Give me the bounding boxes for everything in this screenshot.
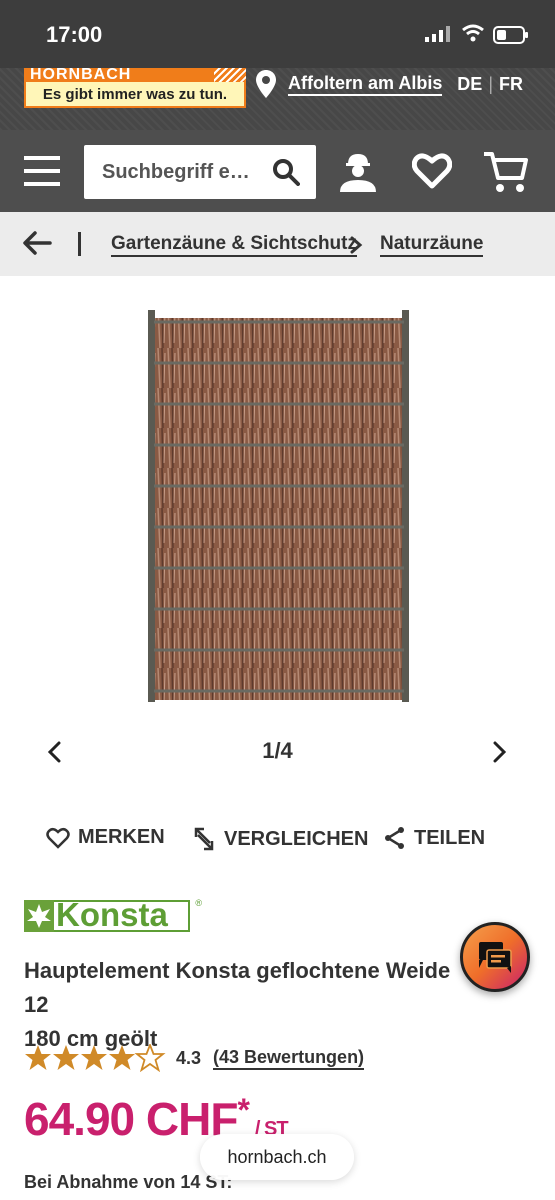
cart-icon[interactable] <box>482 150 528 194</box>
rating-stars <box>25 1044 164 1071</box>
star-icon <box>53 1045 79 1070</box>
rating-count-link[interactable]: (43 Bewertungen) <box>213 1047 365 1070</box>
menu-icon[interactable] <box>24 156 60 186</box>
language-switch: DE | FR <box>457 74 523 94</box>
star-outline-icon <box>136 1044 164 1071</box>
heart-outline-icon <box>46 827 70 849</box>
battery-icon <box>493 26 528 44</box>
rating-value: 4.3 <box>176 1047 202 1068</box>
wishlist-icon[interactable] <box>412 152 452 190</box>
browser-url-pill[interactable]: hornbach.ch <box>200 1134 354 1180</box>
compare-arrows-icon <box>194 827 214 851</box>
remember-label: MERKEN <box>78 826 165 848</box>
logo-wordmark: HORNBACH <box>30 68 132 82</box>
back-arrow-icon[interactable] <box>22 230 52 256</box>
product-image[interactable] <box>146 308 410 704</box>
bulk-discount-text: Bei Abnahme von 14 ST: <box>24 1172 233 1192</box>
product-title: Hauptelement Konsta geflochtene Weide 12… <box>24 954 464 1056</box>
signal-icon <box>425 26 450 42</box>
location-pin-icon <box>256 70 276 98</box>
status-time: 17:00 <box>46 22 103 47</box>
gallery-next-button[interactable] <box>490 740 508 764</box>
share-label: TEILEN <box>414 826 486 849</box>
compare-label: VERGLEICHEN <box>224 827 369 850</box>
share-icon <box>385 827 404 849</box>
gallery-counter: 1/4 <box>262 738 293 763</box>
hornbach-logo[interactable]: HORNBACH Es gibt immer was zu tun. <box>24 68 246 108</box>
price-value: 64.90 CHF <box>24 1093 238 1145</box>
breadcrumb-item-garden-fences[interactable]: Gartenzäune & Sichtschutz <box>111 233 357 257</box>
product-title-line1: Hauptelement Konsta geflochtene Weide 12 <box>24 958 451 1017</box>
chat-icon <box>479 942 512 973</box>
account-icon[interactable] <box>336 150 380 194</box>
wifi-icon <box>462 24 484 42</box>
price-asterisk: * <box>237 1092 249 1128</box>
status-bar: 17:00 <box>0 0 555 68</box>
star-icon <box>25 1045 51 1070</box>
star-icon <box>109 1045 135 1070</box>
chat-button[interactable] <box>460 922 530 992</box>
lang-de[interactable]: DE <box>457 74 482 94</box>
star-icon <box>81 1045 107 1070</box>
search-icon <box>273 159 300 186</box>
remember-button[interactable]: MERKEN <box>46 826 165 849</box>
breadcrumb-divider <box>78 232 81 256</box>
search-box: Suchbegriff e… <box>84 145 316 199</box>
search-input[interactable]: Suchbegriff e… <box>84 145 256 199</box>
lang-fr[interactable]: FR <box>499 74 523 94</box>
store-location[interactable]: Affoltern am Albis <box>256 68 443 100</box>
leaf-icon <box>27 904 51 928</box>
search-button[interactable] <box>256 145 316 199</box>
breadcrumb-item-natural-fences[interactable]: Naturzäune <box>380 233 484 257</box>
chevron-right-icon <box>350 236 363 254</box>
compare-button[interactable]: VERGLEICHEN <box>192 826 368 852</box>
logo-slogan: Es gibt immer was zu tun. <box>24 82 246 108</box>
registered-mark: ® <box>195 898 202 908</box>
share-button[interactable]: TEILEN <box>384 826 485 850</box>
store-location-label: Affoltern am Albis <box>288 73 443 96</box>
brand-name: Konsta <box>56 896 168 933</box>
rating-block: 4.3 (43 Bewertungen) <box>24 1044 365 1072</box>
brand-logo[interactable]: Konsta ® <box>24 896 202 934</box>
